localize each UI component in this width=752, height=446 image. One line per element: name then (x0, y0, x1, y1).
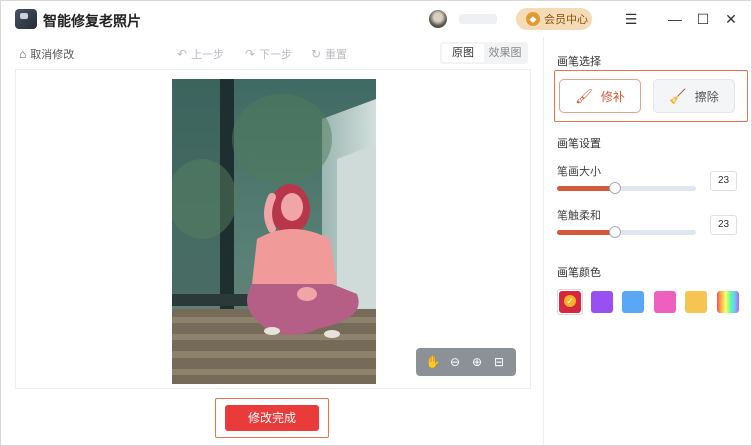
hand-icon[interactable]: ✋ (425, 354, 441, 370)
repair-brush-label: 修补 (600, 89, 625, 104)
zoom-out-icon[interactable]: ⊖ (447, 354, 463, 370)
brush-softness-fill (557, 230, 616, 235)
brush-size-slider[interactable] (557, 182, 696, 194)
vip-center-button[interactable]: ◆ 会员中心 (516, 8, 592, 30)
brush-softness-thumb[interactable] (609, 226, 622, 238)
undo-button[interactable]: ↶ 上一步 (177, 46, 224, 62)
tab-original[interactable]: 原图 (442, 44, 484, 62)
repair-brush-button[interactable]: 🖌 修补 (559, 79, 641, 113)
vip-center-label: 会员中心 (544, 14, 588, 26)
menu-icon[interactable]: ☰ (622, 10, 640, 28)
brush-size-fill (557, 186, 616, 191)
username-placeholder[interactable] (459, 14, 497, 24)
swatch-blue[interactable] (622, 291, 644, 313)
redo-icon: ↷ (245, 47, 256, 61)
brush-size-label: 笔画大小 (557, 166, 601, 178)
brush-size-thumb[interactable] (609, 182, 622, 194)
app-logo-icon (15, 9, 37, 29)
brush-color-title: 画笔颜色 (557, 267, 601, 279)
swatch-purple[interactable] (590, 291, 613, 313)
swatch-yellow[interactable] (685, 291, 707, 313)
done-button[interactable]: 修改完成 (225, 405, 319, 431)
undo-label: 上一步 (191, 49, 225, 61)
fit-icon[interactable]: ⊟ (491, 354, 507, 370)
brush-size-value[interactable]: 23 (710, 171, 737, 191)
brush-select-title: 画笔选择 (557, 56, 601, 68)
eraser-icon: 🧹 (669, 87, 687, 104)
tab-result[interactable]: 效果图 (484, 44, 526, 62)
reset-label: 重置 (325, 49, 348, 61)
app-title: 智能修复老照片 (43, 13, 141, 29)
undo-icon: ↶ (177, 47, 188, 61)
swatch-red[interactable] (559, 291, 581, 313)
zoom-toolbar: ✋ ⊖ ⊕ ⊟ (416, 348, 516, 376)
brush-icon: 🖌 (575, 87, 593, 104)
view-toggle: 原图 效果图 (440, 42, 528, 64)
zoom-in-icon[interactable]: ⊕ (469, 354, 485, 370)
done-button-highlight: 修改完成 (215, 398, 329, 438)
erase-brush-label: 擦除 (694, 89, 719, 104)
home-icon: ⌂ (19, 47, 27, 61)
reset-button[interactable]: ↻ 重置 (311, 46, 347, 62)
redo-button[interactable]: ↷ 下一步 (245, 46, 292, 62)
brush-select-highlight: 🖌 修补 🧹 擦除 (554, 70, 748, 122)
brush-softness-value[interactable]: 23 (710, 215, 737, 235)
reset-icon: ↻ (311, 47, 322, 61)
photo-canvas[interactable] (172, 79, 376, 384)
erase-brush-button[interactable]: 🧹 擦除 (653, 79, 735, 113)
brush-softness-label: 笔触柔和 (557, 210, 601, 222)
close-icon[interactable]: ✕ (722, 10, 740, 28)
app-window: 智能修复老照片 ◆ 会员中心 ☰ — ☐ ✕ ⌂ 取消修改 ↶ 上一步 ↷ 下一… (0, 0, 752, 446)
edit-toolbar: ⌂ 取消修改 ↶ 上一步 ↷ 下一步 ↻ 重置 原图 效果图 (15, 41, 531, 67)
cancel-edit-label: 取消修改 (30, 49, 75, 61)
user-avatar[interactable] (429, 10, 447, 28)
brush-softness-slider[interactable] (557, 226, 696, 238)
swatch-rainbow[interactable] (716, 291, 739, 313)
photo-image (172, 79, 376, 384)
brush-settings-title: 画笔设置 (557, 138, 601, 150)
title-bar: 智能修复老照片 ◆ 会员中心 ☰ — ☐ ✕ (1, 1, 751, 37)
cancel-edit-button[interactable]: ⌂ 取消修改 (19, 46, 74, 62)
canvas-area: ✋ ⊖ ⊕ ⊟ (15, 69, 531, 389)
swatch-pink[interactable] (653, 291, 676, 313)
settings-panel: 画笔选择 🖌 修补 🧹 擦除 画笔设置 笔画大小 23 笔触柔和 23 画笔颜色 (544, 37, 751, 445)
maximize-icon[interactable]: ☐ (694, 10, 712, 28)
redo-label: 下一步 (259, 49, 293, 61)
minimize-icon[interactable]: — (666, 10, 684, 28)
diamond-icon: ◆ (526, 12, 540, 26)
